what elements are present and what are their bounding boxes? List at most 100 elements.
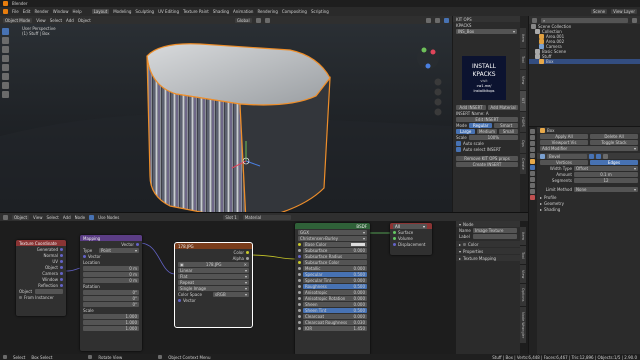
- close-icon[interactable]: [603, 153, 608, 159]
- object-field[interactable]: [35, 288, 63, 294]
- create-insert-button[interactable]: Create INSERT: [456, 161, 518, 167]
- node-name-field[interactable]: Image Texture: [473, 227, 517, 233]
- output-tab-icon[interactable]: [530, 141, 535, 146]
- transform-orientation[interactable]: Global: [234, 17, 252, 23]
- distribution-dropdown[interactable]: GGX ▾: [298, 229, 367, 235]
- vtab-create[interactable]: Create: [520, 154, 526, 174]
- bsdf-input-row[interactable]: Clearcoat Roughness 0.030: [295, 319, 370, 325]
- color-space-dropdown[interactable]: sRGB ▾: [213, 291, 249, 297]
- scene-selector[interactable]: Scene: [590, 9, 608, 14]
- bsdf-input-row[interactable]: Subsurface Radius: [295, 253, 370, 259]
- object-tab-icon[interactable]: [530, 159, 535, 164]
- tab-texture-paint[interactable]: Texture Paint: [183, 9, 209, 14]
- bsdf-input-row[interactable]: Roughness 0.500: [295, 283, 370, 289]
- filter-icon[interactable]: [632, 17, 637, 23]
- vtab-options[interactable]: Options: [520, 284, 526, 306]
- render-tab-icon[interactable]: [530, 135, 535, 140]
- location-z-field[interactable]: 0 m: [83, 277, 139, 283]
- bsdf-input-field[interactable]: Roughness 0.500: [303, 283, 367, 289]
- outliner-search[interactable]: ⌕: [541, 17, 628, 23]
- transform-icon[interactable]: [2, 73, 9, 80]
- bsdf-input-row[interactable]: Subsurface Color: [295, 259, 370, 265]
- remove-kitops-button[interactable]: Remove KIT OPS props: [456, 155, 518, 161]
- scale-icon[interactable]: [2, 64, 9, 71]
- profile-section[interactable]: Profile: [544, 195, 556, 200]
- viewport-3d[interactable]: Object Mode View Select Add Object Globa…: [0, 16, 452, 212]
- tool-tab-icon[interactable]: [530, 129, 535, 134]
- input-socket[interactable]: [298, 242, 301, 246]
- input-socket[interactable]: [298, 248, 301, 252]
- bsdf-input-field[interactable]: Subsurface Radius: [303, 253, 367, 259]
- outliner-row-selected[interactable]: Box: [529, 59, 640, 64]
- vtab-tool[interactable]: Tool: [520, 49, 526, 69]
- size-medium-button[interactable]: Medium: [477, 128, 497, 134]
- close-icon[interactable]: ✕: [244, 262, 247, 267]
- add-insert-button[interactable]: Add INSERT: [456, 104, 486, 110]
- projection-dropdown[interactable]: Flat ▾: [178, 273, 249, 279]
- world-tab-icon[interactable]: [530, 153, 535, 158]
- menu-help[interactable]: Help: [72, 9, 81, 14]
- shading-material-icon[interactable]: [444, 17, 449, 23]
- properties-section[interactable]: Properties: [463, 249, 483, 254]
- color-checkbox[interactable]: [463, 242, 467, 246]
- output-target-dropdown[interactable]: All ▾: [393, 223, 427, 229]
- bsdf-input-field[interactable]: Clearcoat 0.000: [303, 313, 367, 319]
- input-socket[interactable]: [298, 296, 301, 300]
- vtab-view[interactable]: View: [520, 265, 526, 283]
- node-image-texture[interactable]: 178.JPG Color Alpha ▣ 178.JPG ✕ Linear ▾ Fl…: [174, 242, 253, 328]
- bsdf-input-row[interactable]: Base Color: [295, 241, 370, 247]
- limit-method-dropdown[interactable]: None ▾: [574, 186, 638, 192]
- tab-compositing[interactable]: Compositing: [282, 9, 307, 14]
- bsdf-input-field[interactable]: Sheen 0.000: [303, 301, 367, 307]
- segments-field[interactable]: 12: [574, 177, 638, 183]
- rotate-icon[interactable]: [2, 55, 9, 62]
- menu-window[interactable]: Window: [53, 9, 69, 14]
- input-socket[interactable]: [298, 284, 301, 288]
- input-socket[interactable]: [298, 254, 301, 258]
- vtab-node-wrangler[interactable]: Node Wrangler: [520, 307, 526, 343]
- rotation-z-field[interactable]: 0°: [83, 301, 139, 307]
- bsdf-input-field[interactable]: Clearcoat Roughness 0.030: [303, 319, 367, 325]
- location-x-field[interactable]: 0 m: [83, 265, 139, 271]
- size-small-button[interactable]: Small: [498, 128, 518, 134]
- vtab-kit[interactable]: KIT: [520, 91, 526, 111]
- scale-x-field[interactable]: 1.000: [83, 313, 139, 319]
- tab-modeling[interactable]: Modeling: [113, 9, 131, 14]
- kpack-thumbnail[interactable]: INSTALL KPACKS visit cw1.me/ installkito…: [462, 56, 506, 100]
- blender-menu-icon[interactable]: [3, 9, 8, 14]
- bsdf-input-row[interactable]: Sheen 0.000: [295, 301, 370, 307]
- input-socket[interactable]: [298, 260, 301, 264]
- annotate-icon[interactable]: [2, 82, 9, 89]
- tab-shading[interactable]: Shading: [213, 9, 229, 14]
- modifier-name-field[interactable]: Bevel: [547, 153, 587, 159]
- bsdf-input-row[interactable]: Sheen Tint 0.500: [295, 307, 370, 313]
- modifier-tab-icon[interactable]: [530, 165, 535, 170]
- bsdf-input-row[interactable]: Anisotropic 0.000: [295, 289, 370, 295]
- texture-mapping-section[interactable]: Texture Mapping: [463, 256, 496, 261]
- tab-animation[interactable]: Animation: [233, 9, 253, 14]
- data-tab-icon[interactable]: [530, 189, 535, 194]
- viewport-menu-select[interactable]: Select: [50, 18, 62, 23]
- edit-insert-button[interactable]: Edit INSERT: [456, 116, 518, 122]
- scale-y-field[interactable]: 1.000: [83, 319, 139, 325]
- vtab-view[interactable]: View: [520, 70, 526, 90]
- apply-all-button[interactable]: Apply All: [540, 133, 588, 139]
- kpack-selector[interactable]: INS_Box ▾: [456, 28, 517, 34]
- node-material-output[interactable]: All ▾ Surface Volume Displacement: [390, 223, 432, 255]
- cursor-icon[interactable]: [2, 37, 9, 44]
- realtime-toggle-icon[interactable]: [589, 153, 594, 159]
- tab-layout[interactable]: Layout: [91, 9, 110, 14]
- extension-dropdown[interactable]: Repeat ▾: [178, 279, 249, 285]
- node-texture-coordinate[interactable]: Texture Coordinate Generated Normal UV O…: [16, 240, 66, 316]
- bsdf-input-field[interactable]: Anisotropic 0.000: [303, 289, 367, 295]
- node-principled-bsdf[interactable]: BSDF GGX ▾ Christensen-Burley ▾ Base Color…: [295, 223, 370, 354]
- bsdf-input-field[interactable]: Specular Tint 0.000: [303, 277, 367, 283]
- input-socket[interactable]: [298, 302, 301, 306]
- bsdf-input-row[interactable]: Subsurface 0.000: [295, 247, 370, 253]
- mapping-type-dropdown[interactable]: Point ▾: [99, 247, 139, 253]
- tab-sculpting[interactable]: Sculpting: [135, 9, 154, 14]
- node-label-field[interactable]: [473, 233, 517, 239]
- input-socket[interactable]: [298, 266, 301, 270]
- location-y-field[interactable]: 0 m: [83, 271, 139, 277]
- input-socket[interactable]: [298, 314, 301, 318]
